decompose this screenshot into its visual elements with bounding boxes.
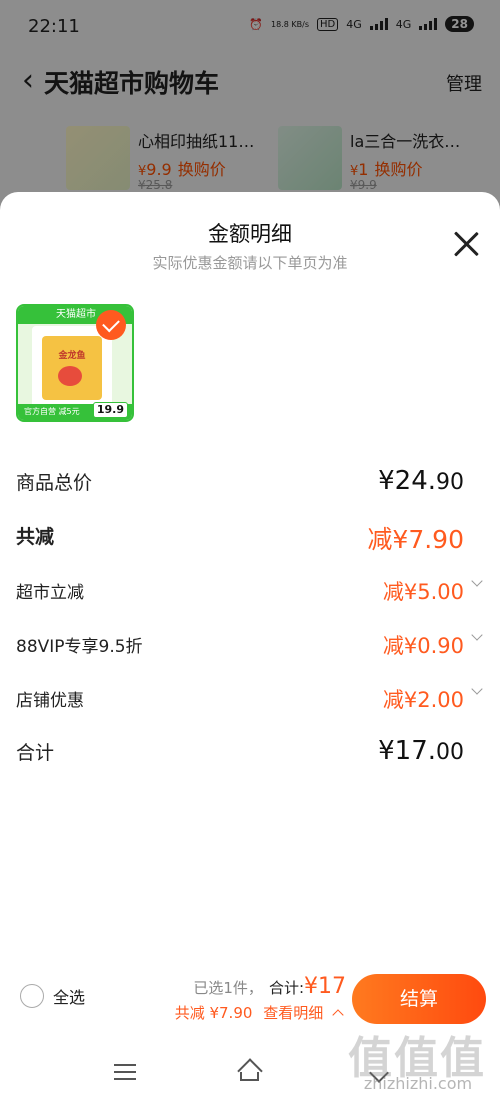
radio-icon[interactable] (20, 984, 44, 1008)
chevron-down-icon[interactable] (470, 576, 484, 590)
discount-row[interactable]: 超市立减 减¥5.00 (16, 570, 484, 610)
select-all-checkbox[interactable]: 全选 (20, 984, 85, 1008)
goods-total-value: ¥24.90 (378, 466, 464, 496)
goods-total-label: 商品总价 (16, 472, 93, 494)
discount-label: 超市立减 (16, 583, 84, 603)
close-icon[interactable] (452, 230, 480, 258)
sum-value: ¥17.00 (378, 736, 464, 766)
total-reduction-row: 共减 减¥7.90 (16, 516, 484, 556)
select-all-label: 全选 (53, 988, 86, 1007)
sum-row: 合计 ¥17.00 (16, 732, 484, 772)
discount-label: 店铺优惠 (16, 691, 84, 711)
product-label: 金龙鱼 (42, 336, 102, 400)
discount-value: 减¥5.00 (382, 580, 464, 604)
chevron-down-icon[interactable] (470, 630, 484, 644)
sum-label: 合计 (16, 742, 55, 764)
checkmark-icon[interactable] (96, 310, 126, 340)
chevron-up-icon (332, 1009, 344, 1021)
chevron-down-icon[interactable] (470, 684, 484, 698)
discount-label: 88VIP专享9.5折 (16, 637, 143, 657)
sheet-subtitle: 实际优惠金额请以下单页为准 (152, 254, 348, 272)
total-reduction-value: 减¥7.90 (367, 525, 464, 554)
view-detail-link[interactable]: 共减 ¥7.90 查看明细 (174, 1002, 344, 1023)
selected-count: 已选1件， (193, 979, 263, 997)
product-price-badge: 19.9 (92, 402, 128, 418)
total-value: ¥17 (304, 974, 346, 999)
view-detail-label: 查看明细 (263, 1004, 324, 1022)
goods-total-row: 商品总价 ¥24.90 (16, 462, 484, 502)
selection-summary: 已选1件， 合计:¥17 (193, 974, 346, 999)
discount-summary: 共减 ¥7.90 (174, 1004, 253, 1022)
discount-value: 减¥0.90 (382, 634, 464, 658)
discount-row[interactable]: 店铺优惠 减¥2.00 (16, 678, 484, 718)
total-reduction-label: 共减 (16, 526, 55, 548)
product-illustration (58, 366, 82, 386)
watermark-text: zhizhizhi.com (363, 1074, 473, 1093)
sheet-title: 金额明细 (208, 222, 292, 246)
watermark-logo: 值 值 值 zhizhizhi.com (348, 1014, 488, 1094)
menu-icon[interactable] (114, 1064, 136, 1082)
product-name: 金龙鱼 (58, 351, 86, 361)
total-label: 合计: (268, 979, 304, 997)
discount-value: 减¥2.00 (382, 688, 464, 712)
home-icon[interactable] (237, 1058, 263, 1084)
discount-row[interactable]: 88VIP专享9.5折 减¥0.90 (16, 624, 484, 664)
